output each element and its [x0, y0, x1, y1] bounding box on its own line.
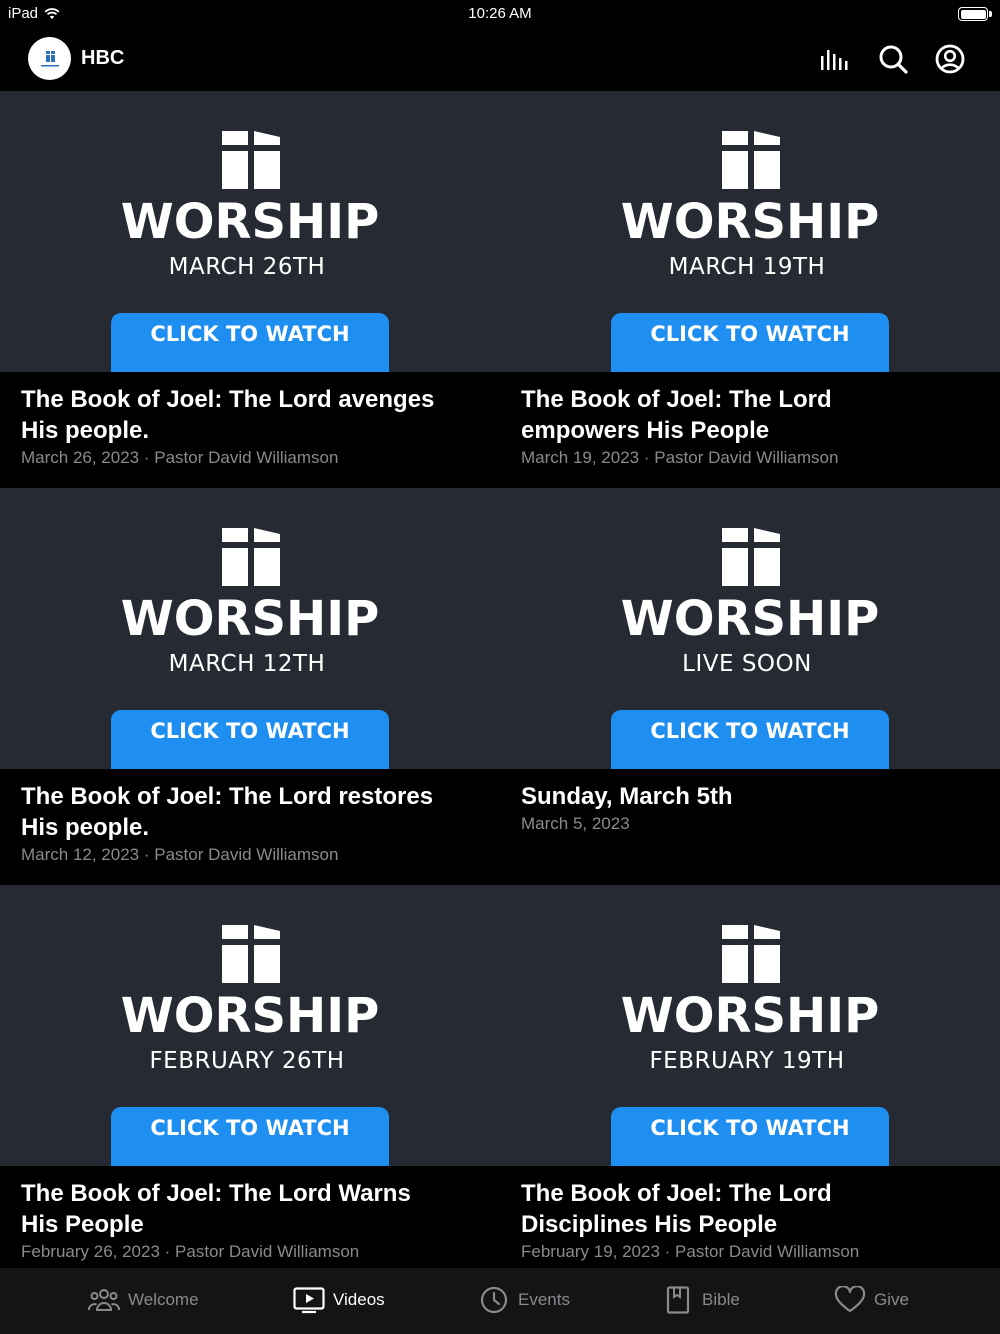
status-bar: iPad 10:26 AM: [0, 0, 1000, 28]
video-info: Sunday, March 5th March 5, 2023: [500, 769, 1000, 885]
battery-icon: [958, 7, 992, 21]
video-title: The Book of Joel: The Lord avenges His pe…: [21, 386, 435, 444]
video-meta: March 26, 2023 · Pastor David Williamson: [21, 448, 339, 467]
click-to-watch-button[interactable]: CLICK TO WATCH: [611, 710, 889, 769]
worship-date: LIVE SOON: [682, 651, 812, 677]
video-grid: WORSHIP MARCH 26TH CLICK TO WATCH The Bo…: [0, 91, 1000, 1269]
video-card[interactable]: WORSHIP MARCH 19TH CLICK TO WATCH The Bo…: [500, 91, 1000, 488]
worship-heading: WORSHIP: [120, 988, 380, 1044]
people-icon: [88, 1289, 120, 1311]
tab-label: Welcome: [128, 1290, 199, 1309]
video-icon: [293, 1287, 325, 1314]
cross-logo-icon: [222, 131, 280, 189]
worship-date: FEBRUARY 26TH: [149, 1048, 345, 1074]
video-thumbnail[interactable]: WORSHIP FEBRUARY 26TH CLICK TO WATCH: [0, 885, 500, 1166]
tab-label: Events: [518, 1290, 570, 1309]
video-title: The Book of Joel: The Lord Disciplines Hi…: [521, 1180, 832, 1238]
worship-date: MARCH 12TH: [168, 651, 326, 677]
tab-label: Bible: [702, 1290, 740, 1309]
status-time: 10:26 AM: [468, 5, 532, 22]
church-logo[interactable]: [28, 37, 71, 80]
video-card[interactable]: WORSHIP MARCH 12TH CLICK TO WATCH The Bo…: [0, 488, 500, 885]
worship-heading: WORSHIP: [620, 591, 880, 647]
clock-icon: [480, 1286, 508, 1314]
video-card[interactable]: WORSHIP LIVE SOON CLICK TO WATCH Sunday,…: [500, 488, 1000, 885]
account-icon[interactable]: [933, 42, 967, 76]
app-title: HBC: [81, 47, 125, 69]
cross-logo-icon: [222, 528, 280, 586]
click-to-watch-button[interactable]: CLICK TO WATCH: [611, 1107, 889, 1166]
click-to-watch-button[interactable]: CLICK TO WATCH: [111, 1107, 389, 1166]
tab-welcome[interactable]: Welcome: [88, 1286, 199, 1314]
app-header: HBC: [0, 28, 1000, 91]
video-card[interactable]: WORSHIP MARCH 26TH CLICK TO WATCH The Bo…: [0, 91, 500, 488]
cross-logo-icon: [722, 131, 780, 189]
tab-label: Give: [874, 1290, 909, 1309]
search-icon[interactable]: [876, 42, 910, 76]
video-info: The Book of Joel: The Lord Disciplines Hi…: [500, 1166, 1000, 1269]
video-title: Sunday, March 5th: [521, 783, 733, 810]
worship-heading: WORSHIP: [120, 194, 380, 250]
tab-label: Videos: [333, 1290, 385, 1309]
video-meta: February 19, 2023 · Pastor David William…: [521, 1242, 860, 1261]
click-to-watch-button[interactable]: CLICK TO WATCH: [111, 710, 389, 769]
video-card[interactable]: WORSHIP FEBRUARY 19TH CLICK TO WATCH The…: [500, 885, 1000, 1282]
video-meta: March 5, 2023: [521, 814, 630, 833]
video-card[interactable]: WORSHIP FEBRUARY 26TH CLICK TO WATCH The…: [0, 885, 500, 1282]
click-to-watch-button[interactable]: CLICK TO WATCH: [111, 313, 389, 372]
video-meta: March 12, 2023 · Pastor David Williamson: [21, 845, 339, 864]
video-title: The Book of Joel: The Lord restores His p…: [21, 783, 434, 841]
tab-give[interactable]: Give: [834, 1286, 909, 1314]
worship-date: MARCH 19TH: [668, 254, 826, 280]
worship-heading: WORSHIP: [120, 591, 380, 647]
video-meta: February 26, 2023 · Pastor David William…: [21, 1242, 360, 1261]
cross-logo-icon: [722, 925, 780, 983]
video-thumbnail[interactable]: WORSHIP FEBRUARY 19TH CLICK TO WATCH: [500, 885, 1000, 1166]
video-thumbnail[interactable]: WORSHIP LIVE SOON CLICK TO WATCH: [500, 488, 1000, 769]
video-title: The Book of Joel: The Lord Warns His Peop…: [21, 1180, 411, 1238]
video-info: The Book of Joel: The Lord empowers His P…: [500, 372, 1000, 488]
video-thumbnail[interactable]: WORSHIP MARCH 26TH CLICK TO WATCH: [0, 91, 500, 372]
worship-date: FEBRUARY 19TH: [649, 1048, 845, 1074]
cross-logo-icon: [222, 925, 280, 983]
video-info: The Book of Joel: The Lord Warns His Peop…: [0, 1166, 500, 1269]
video-thumbnail[interactable]: WORSHIP MARCH 19TH CLICK TO WATCH: [500, 91, 1000, 372]
audio-bars-icon[interactable]: [818, 42, 852, 76]
tab-events[interactable]: Events: [478, 1286, 570, 1314]
worship-heading: WORSHIP: [620, 194, 880, 250]
tab-bible[interactable]: Bible: [662, 1286, 740, 1314]
video-meta: March 19, 2023 · Pastor David Williamson: [521, 448, 839, 467]
tab-videos[interactable]: Videos: [293, 1286, 385, 1314]
cross-logo-icon: [722, 528, 780, 586]
click-to-watch-button[interactable]: CLICK TO WATCH: [611, 313, 889, 372]
video-thumbnail[interactable]: WORSHIP MARCH 12TH CLICK TO WATCH: [0, 488, 500, 769]
video-info: The Book of Joel: The Lord restores His p…: [0, 769, 500, 885]
video-title: The Book of Joel: The Lord empowers His P…: [521, 386, 832, 444]
tab-bar: Welcome Videos Events Bible Give: [0, 1268, 1000, 1334]
video-info: The Book of Joel: The Lord avenges His pe…: [0, 372, 500, 488]
heart-icon: [834, 1286, 866, 1313]
worship-heading: WORSHIP: [620, 988, 880, 1044]
worship-date: MARCH 26TH: [168, 254, 326, 280]
book-icon: [666, 1286, 690, 1314]
